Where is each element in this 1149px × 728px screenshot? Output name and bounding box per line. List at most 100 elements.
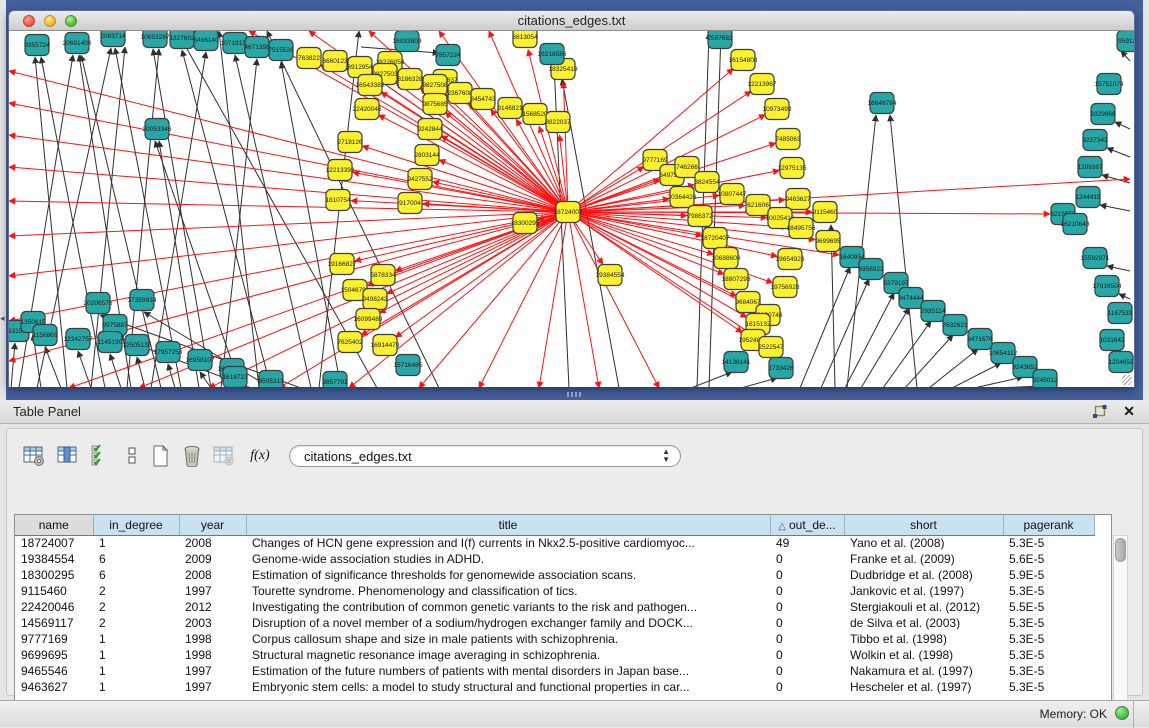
graph-node[interactable]: 9227342 [1082, 130, 1108, 151]
graph-node[interactable]: 20364426 [668, 187, 697, 208]
graph-node[interactable]: 1145190 [98, 332, 123, 353]
graph-node[interactable]: 7485063 [775, 129, 801, 150]
table-row[interactable]: 1830029562008Estimation of significance … [15, 567, 1094, 583]
graph-node[interactable]: 10973493 [763, 99, 792, 120]
graph-node[interactable]: 22420046 [353, 99, 382, 120]
column-header-short[interactable]: short [844, 515, 1003, 535]
graph-node[interactable]: 1568520 [522, 104, 548, 125]
graph-node[interactable]: 7625402 [337, 332, 363, 353]
network-window[interactable]: citations_edges.txt 18724007866012389129… [8, 10, 1135, 387]
table-row[interactable]: 1456911722003Disruption of a novel membe… [15, 615, 1094, 631]
table-row[interactable]: 1938455462009Genome-wide association stu… [15, 551, 1094, 567]
row-height-icon[interactable] [119, 443, 145, 469]
graph-node[interactable]: 8813054 [512, 31, 538, 48]
graph-node[interactable]: 9115460 [813, 202, 838, 223]
graph-node[interactable]: 2587682 [707, 31, 733, 49]
table-scrollbar[interactable] [1113, 535, 1128, 701]
graph-node[interactable]: 2083714 [100, 31, 126, 47]
graph-node[interactable]: 621606 [746, 195, 770, 216]
graph-node[interactable]: 9857791 [322, 372, 348, 388]
graph-node[interactable]: 16648784 [868, 93, 897, 114]
graph-node[interactable]: 10807447 [718, 184, 747, 205]
show-columns-icon[interactable] [55, 443, 81, 469]
graph-node[interactable]: 12342757 [64, 329, 93, 350]
graph-node[interactable]: 20206576 [84, 293, 113, 314]
graph-node[interactable]: 17957253 [154, 342, 183, 363]
window-resize-grip[interactable] [1122, 375, 1132, 385]
graph-node[interactable]: 16543382 [356, 75, 385, 96]
graph-node[interactable]: 7986372 [687, 206, 713, 227]
close-panel-icon[interactable]: ✕ [1123, 403, 1135, 420]
graph-node[interactable]: 1204652 [1108, 352, 1134, 373]
graph-node[interactable]: 2367608 [447, 83, 473, 104]
graph-node[interactable]: 9699695 [815, 231, 841, 252]
graph-node[interactable]: 16099489 [354, 309, 383, 330]
table-row[interactable]: 946362711997Embryonic stem cells: a mode… [15, 679, 1094, 695]
graph-node[interactable]: 16958107 [186, 350, 215, 371]
graph-node[interactable]: 15751074 [1095, 74, 1124, 95]
table-row[interactable]: 2242004622012Investigating the contribut… [15, 599, 1094, 615]
column-header-out_de[interactable]: △out_de... [770, 515, 844, 535]
graph-node[interactable]: 20053346 [143, 119, 172, 140]
graph-node[interactable]: 18495756 [787, 218, 816, 239]
graph-node[interactable]: 1733426 [768, 358, 794, 379]
graph-node[interactable]: 3824554 [694, 172, 720, 193]
table-row[interactable]: 911546021997Tourette syndrome. Phenomeno… [15, 583, 1094, 599]
graph-node[interactable]: 19654923 [776, 249, 805, 270]
graph-node[interactable]: 19166827 [328, 254, 357, 275]
memory-ok-indicator-icon[interactable] [1115, 706, 1129, 720]
graph-node[interactable]: 7632621 [942, 315, 968, 336]
graph-node[interactable]: 2718126 [337, 132, 363, 153]
table-selector-dropdown[interactable]: citations_edges.txt ▲▼ [289, 445, 681, 467]
graph-node[interactable]: 10688609 [712, 248, 741, 269]
graph-node[interactable]: 1167533 [1108, 303, 1133, 324]
graph-node[interactable]: 12505135 [123, 335, 152, 356]
column-header-name[interactable]: name [15, 515, 93, 535]
graph-node[interactable]: 8660123 [322, 51, 348, 72]
column-header-in_degree[interactable]: in_degree [93, 515, 179, 535]
graph-node[interactable]: 1209387 [1077, 157, 1103, 178]
graph-node[interactable]: 12975135 [778, 158, 807, 179]
table-row[interactable]: 977716911998Corpus callosum shape and si… [15, 631, 1094, 647]
splitter-grip[interactable] [567, 392, 581, 397]
graph-node[interactable]: 10653287 [141, 31, 170, 48]
graph-node[interactable]: 15716485 [394, 355, 423, 376]
graph-node[interactable]: 17016504 [1093, 276, 1122, 297]
graph-node[interactable]: 9427552 [407, 169, 433, 190]
graph-node[interactable]: 18807293 [722, 269, 751, 290]
column-header-pagerank[interactable]: pagerank [1003, 515, 1094, 535]
table-row[interactable]: 946554611997Estimation of the future num… [15, 663, 1094, 679]
graph-node[interactable]: 9875685 [422, 94, 448, 115]
network-canvas[interactable]: 1872400786601238912954182260589827503165… [9, 31, 1134, 387]
column-header-year[interactable]: year [179, 515, 246, 535]
graph-node[interactable]: 8822037 [545, 112, 571, 133]
graph-node[interactable]: 8454743 [470, 89, 496, 110]
graph-node[interactable]: 19384554 [596, 265, 625, 286]
graph-node[interactable]: 19756928 [771, 277, 800, 298]
graph-node[interactable]: 7515526 [268, 40, 294, 61]
graph-node[interactable]: 9146821 [497, 98, 523, 119]
graph-node[interactable]: 16210643 [1061, 214, 1090, 235]
graph-node[interactable]: 9329966 [1090, 104, 1116, 125]
table-row[interactable]: 1872400712008Changes of HCN gene express… [15, 535, 1094, 551]
graph-node[interactable]: 6466140 [193, 31, 219, 51]
sidebar-collapse-arrow-icon[interactable]: ◂ [0, 312, 7, 324]
graph-node[interactable]: 19218586 [538, 44, 567, 65]
graph-node[interactable]: 8186328 [397, 69, 423, 90]
graph-node[interactable]: 2935114 [921, 301, 946, 322]
graph-node[interactable]: 7857224 [435, 45, 461, 66]
graph-node[interactable]: 5878334 [370, 265, 396, 286]
graph-node[interactable]: 16154808 [729, 50, 758, 71]
function-builder-icon[interactable]: f(x) [247, 443, 273, 469]
graph-node[interactable]: 18300295 [511, 213, 540, 234]
column-header-title[interactable]: title [246, 515, 770, 535]
graph-node[interactable]: 12213393 [326, 160, 355, 181]
graph-node[interactable]: 959121 [1117, 31, 1134, 52]
graph-node[interactable]: 2803144 [414, 145, 440, 166]
graph-node[interactable]: 15592971 [1081, 248, 1110, 269]
graph-node[interactable]: 1244415 [1075, 187, 1101, 208]
graph-node[interactable]: 2522547 [758, 337, 784, 358]
graph-node[interactable]: 1327602 [169, 31, 195, 49]
delete-table-icon[interactable] [179, 443, 205, 469]
table-scrollbar-thumb[interactable] [1115, 538, 1126, 562]
